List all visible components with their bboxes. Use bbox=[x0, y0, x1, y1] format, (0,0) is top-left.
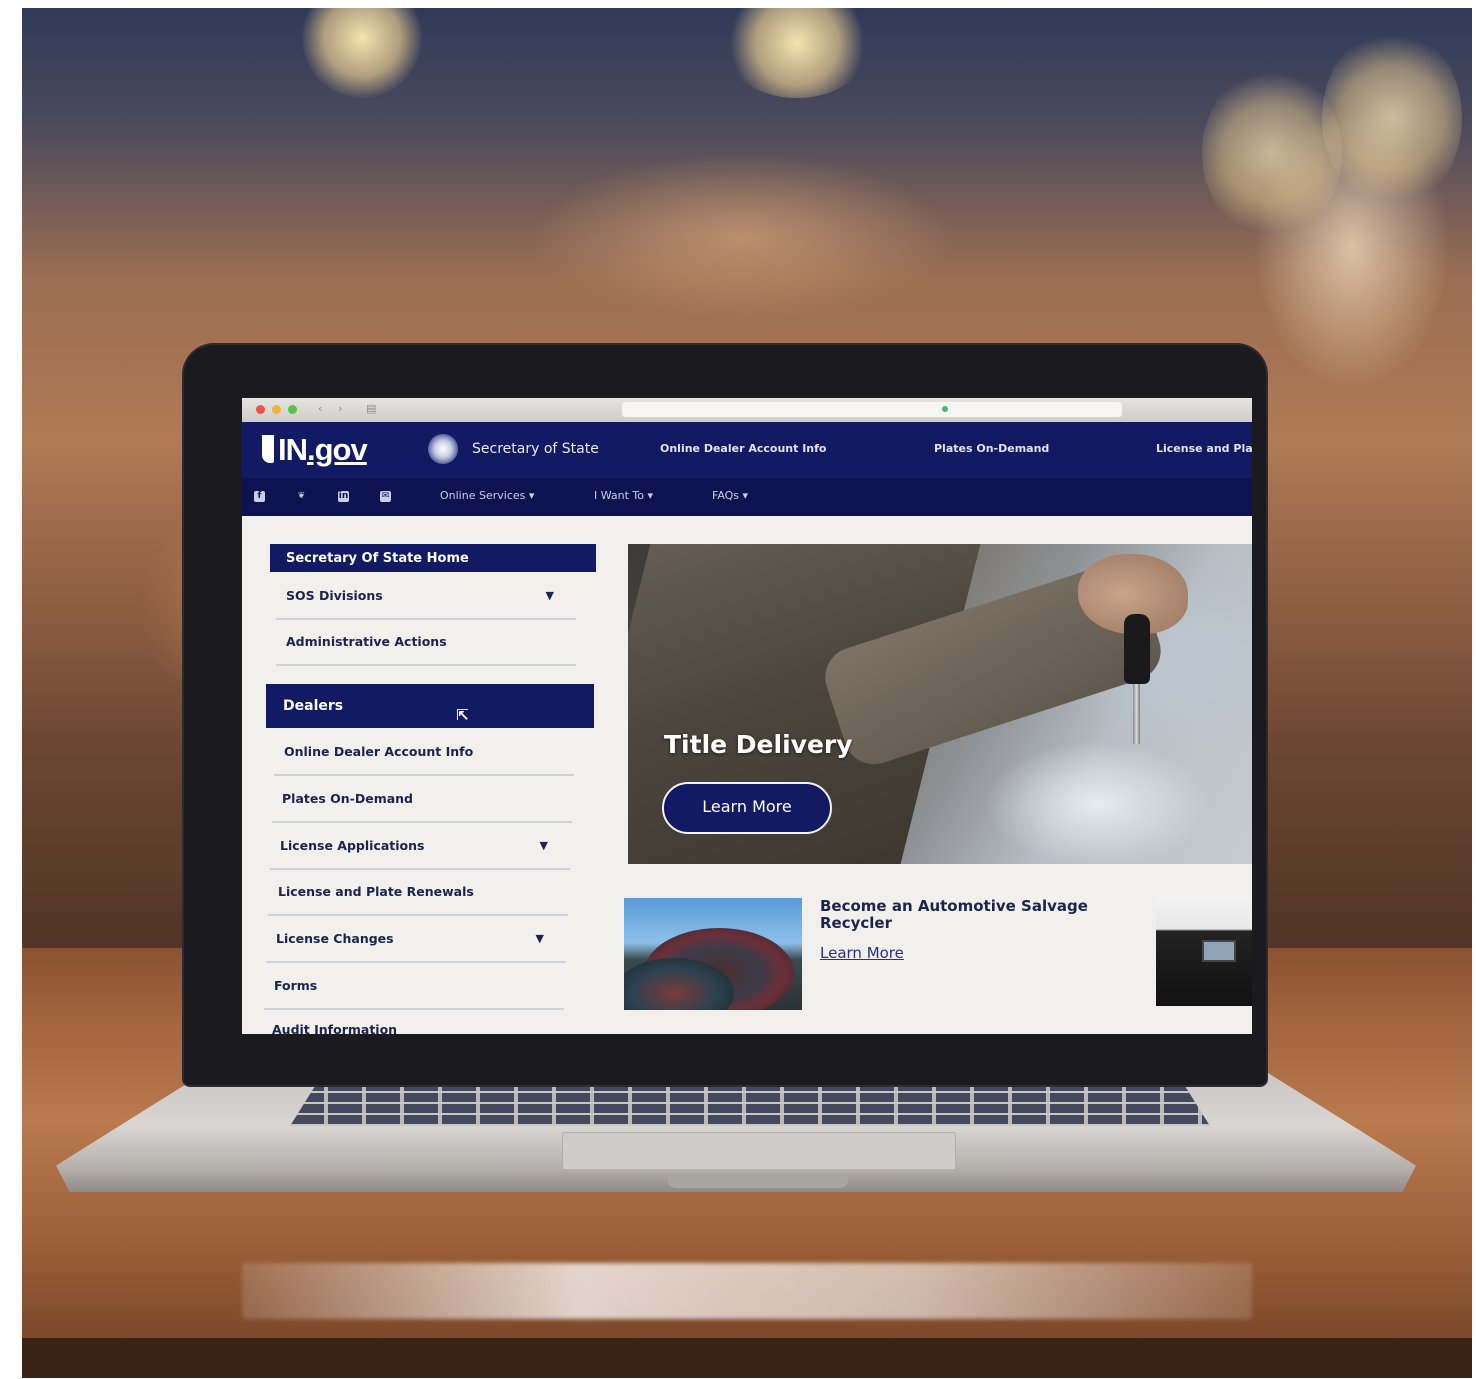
sidebar-item-label: Forms bbox=[274, 978, 318, 993]
chevron-down-icon[interactable]: ▼ bbox=[536, 932, 544, 945]
sidebar-item-admin-actions[interactable]: Administrative Actions bbox=[276, 620, 576, 666]
back-icon[interactable]: ‹ bbox=[318, 402, 322, 415]
printer-screen bbox=[1202, 940, 1236, 962]
agency-title[interactable]: Secretary of State bbox=[472, 441, 599, 457]
state-seal-icon bbox=[428, 434, 458, 464]
sidebar-item-label: Secretary Of State Home bbox=[286, 551, 469, 566]
sidebar-item-sos-home[interactable]: Secretary Of State Home bbox=[270, 544, 596, 572]
keyboard-rows bbox=[290, 1082, 1210, 1126]
header-link-dealer-account[interactable]: Online Dealer Account Info bbox=[660, 442, 826, 455]
chevron-down-icon[interactable]: ▼ bbox=[546, 589, 554, 602]
site-header: IN.gov Secretary of State Online Dealer … bbox=[242, 422, 1252, 478]
forward-icon[interactable]: › bbox=[338, 402, 342, 415]
sidebar-item-audit-information[interactable]: Audit Information bbox=[272, 1022, 397, 1034]
hero-title: Title Delivery bbox=[664, 730, 853, 759]
sidebar-item-sos-divisions[interactable]: SOS Divisions ▼ bbox=[276, 574, 576, 620]
promo-title: Become an Automotive Salvage Recycler bbox=[820, 897, 1088, 932]
bokeh-light bbox=[1202, 68, 1342, 238]
sidebar-item-dealer-account[interactable]: Online Dealer Account Info bbox=[274, 730, 574, 776]
mouse-cursor-icon: ⇱ bbox=[456, 706, 469, 724]
trackpad bbox=[562, 1132, 956, 1170]
secondary-nav: f ❦ in ✉ Online Services ▾ I Want To ▾ F… bbox=[242, 478, 1252, 516]
table-reflection bbox=[242, 1263, 1252, 1319]
twitter-icon[interactable]: ❦ bbox=[296, 491, 307, 502]
in-gov-logo[interactable]: IN.gov bbox=[262, 432, 368, 468]
sidebar-item-label: Dealers bbox=[283, 698, 344, 714]
secure-lock-icon bbox=[942, 406, 948, 412]
sidebar-item-dealers[interactable]: Dealers ⇱ bbox=[266, 684, 594, 728]
key-blade bbox=[1133, 684, 1140, 744]
laptop-screen: ‹ › ▤ IN.gov Secretary of State Online D… bbox=[242, 398, 1252, 1034]
sidebar-item-license-applications[interactable]: License Applications ▼ bbox=[270, 824, 570, 870]
minimize-window-icon[interactable] bbox=[272, 405, 281, 414]
maximize-window-icon[interactable] bbox=[288, 405, 297, 414]
sidebar-item-label: SOS Divisions bbox=[286, 588, 383, 603]
facebook-icon[interactable]: f bbox=[254, 491, 265, 502]
email-icon[interactable]: ✉ bbox=[380, 491, 391, 502]
sidebar-item-label: License Changes bbox=[276, 931, 394, 946]
laptop-notch bbox=[668, 1176, 848, 1188]
menu-faqs[interactable]: FAQs ▾ bbox=[712, 489, 748, 502]
sidebar-item-renewals[interactable]: License and Plate Renewals bbox=[268, 870, 568, 916]
sidebar-item-forms[interactable]: Forms bbox=[264, 964, 564, 1010]
sidebar-item-label: Administrative Actions bbox=[286, 634, 447, 649]
logo-text: IN bbox=[278, 432, 308, 467]
indiana-state-icon bbox=[262, 435, 274, 463]
linkedin-icon[interactable]: in bbox=[338, 491, 349, 502]
sidebar-item-license-changes[interactable]: License Changes ▼ bbox=[266, 917, 566, 963]
sidebar-item-label: License and Plate Renewals bbox=[278, 884, 474, 899]
sidebar-item-plates-on-demand[interactable]: Plates On-Demand bbox=[272, 777, 572, 823]
menu-i-want-to[interactable]: I Want To ▾ bbox=[594, 489, 653, 502]
sidebar-item-label: Plates On-Demand bbox=[282, 791, 413, 806]
hero-banner: Title Delivery Learn More bbox=[628, 544, 1252, 864]
learn-more-button[interactable]: Learn More bbox=[662, 782, 832, 834]
printer-image bbox=[1156, 896, 1252, 1006]
browser-toolbar: ‹ › ▤ bbox=[242, 398, 1252, 423]
header-link-plates[interactable]: Plates On-Demand bbox=[934, 442, 1049, 455]
promo-learn-more-link[interactable]: Learn More bbox=[820, 944, 904, 962]
logo-suffix: .gov bbox=[307, 432, 368, 467]
chevron-down-icon[interactable]: ▼ bbox=[540, 839, 548, 852]
table-edge bbox=[22, 1338, 1472, 1378]
address-bar[interactable] bbox=[622, 402, 1122, 417]
bokeh-light bbox=[1322, 28, 1462, 208]
sidebar-icon[interactable]: ▤ bbox=[366, 402, 376, 415]
close-window-icon[interactable] bbox=[256, 405, 265, 414]
sidebar-item-label: License Applications bbox=[280, 838, 425, 853]
car-key-icon bbox=[1124, 614, 1150, 684]
sidebar-item-label: Online Dealer Account Info bbox=[284, 744, 474, 759]
menu-online-services[interactable]: Online Services ▾ bbox=[440, 489, 534, 502]
header-link-license[interactable]: License and Pla bbox=[1156, 442, 1252, 455]
salvage-yard-image bbox=[624, 898, 802, 1010]
